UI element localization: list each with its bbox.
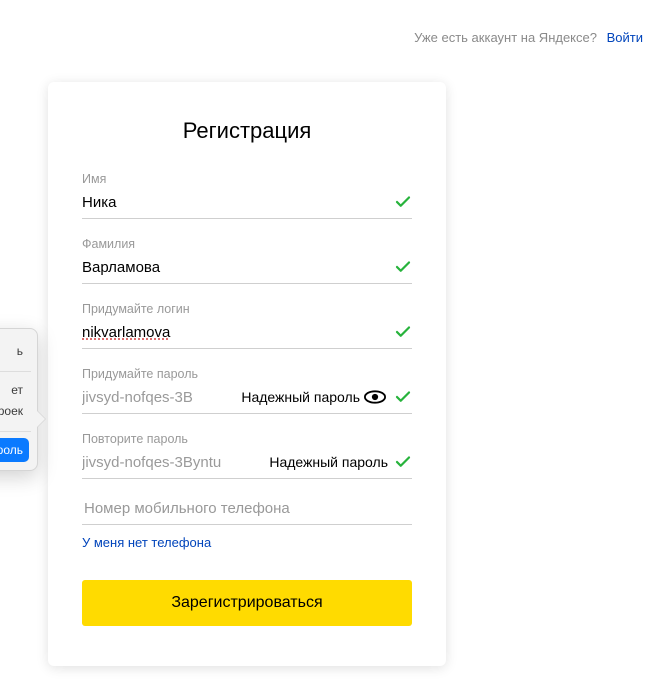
- password-repeat-strength: Надежный пароль: [269, 454, 388, 470]
- register-button[interactable]: Зарегистрироваться: [82, 580, 412, 626]
- last-name-input[interactable]: [82, 257, 388, 278]
- login-input[interactable]: nikvarlamova: [82, 322, 388, 343]
- page-title: Регистрация: [82, 118, 412, 144]
- password-suggestion-popup: ь ет троек ароль: [0, 328, 38, 471]
- password-field: Придумайте пароль Надежный пароль: [82, 367, 412, 414]
- check-icon: [394, 388, 412, 406]
- password-repeat-input[interactable]: [82, 452, 265, 473]
- last-name-label: Фамилия: [82, 237, 412, 251]
- check-icon: [394, 453, 412, 471]
- login-label: Придумайте логин: [82, 302, 412, 316]
- last-name-field: Фамилия: [82, 237, 412, 284]
- eye-icon[interactable]: [364, 390, 386, 404]
- first-name-label: Имя: [82, 172, 412, 186]
- topbar: Уже есть аккаунт на Яндексе? Войти: [414, 30, 643, 45]
- first-name-field: Имя: [82, 172, 412, 219]
- popup-item[interactable]: ь: [0, 341, 27, 363]
- check-icon: [394, 323, 412, 341]
- password-strength: Надежный пароль: [241, 389, 360, 405]
- check-icon: [394, 258, 412, 276]
- first-name-input[interactable]: [82, 192, 388, 213]
- have-account-text: Уже есть аккаунт на Яндексе?: [414, 30, 597, 45]
- popup-save-password-button[interactable]: ароль: [0, 438, 29, 462]
- password-repeat-field: Повторите пароль Надежный пароль: [82, 432, 412, 479]
- password-input[interactable]: [82, 387, 237, 408]
- login-link[interactable]: Войти: [607, 30, 643, 45]
- popup-item[interactable]: ет: [0, 380, 27, 402]
- registration-card: Регистрация Имя Фамилия Придумайте логин…: [48, 82, 446, 666]
- no-phone-link[interactable]: У меня нет телефона: [82, 535, 211, 550]
- phone-field: [82, 499, 412, 525]
- login-field: Придумайте логин nikvarlamova: [82, 302, 412, 349]
- popup-item[interactable]: троек: [0, 401, 27, 423]
- phone-input[interactable]: [82, 499, 416, 518]
- check-icon: [394, 193, 412, 211]
- password-label: Придумайте пароль: [82, 367, 412, 381]
- password-repeat-label: Повторите пароль: [82, 432, 412, 446]
